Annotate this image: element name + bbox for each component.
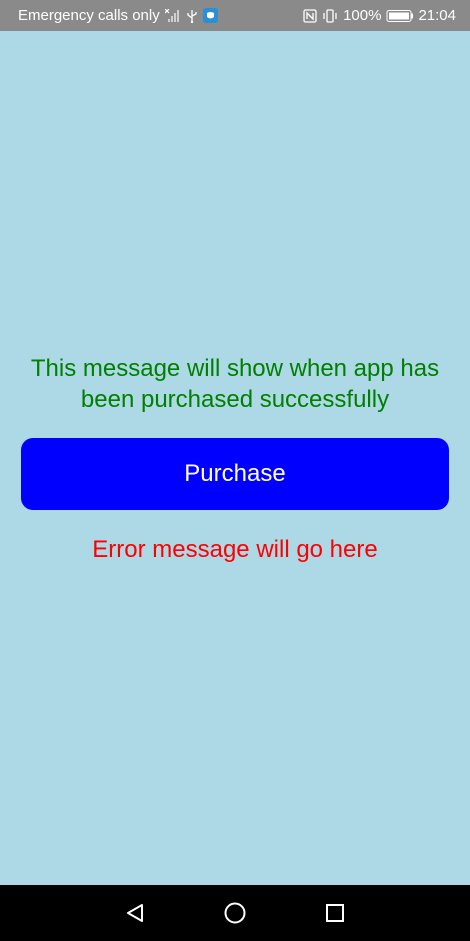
status-left: Emergency calls only (18, 7, 218, 24)
home-icon (224, 902, 246, 924)
battery-icon (386, 9, 414, 22)
back-icon (127, 904, 143, 922)
recents-icon (326, 904, 344, 922)
battery-percent: 100% (343, 7, 382, 24)
clock: 21:04 (418, 7, 456, 24)
navigation-bar (0, 885, 470, 941)
home-button[interactable] (205, 885, 265, 941)
vibrate-icon (322, 8, 338, 23)
status-right: 100% 21:04 (303, 7, 456, 24)
no-signal-icon (164, 8, 181, 23)
error-message: Error message will go here (92, 536, 378, 563)
purchase-button[interactable]: Purchase (21, 438, 449, 510)
status-bar: Emergency calls only 100% 21:04 (0, 0, 470, 31)
app-notification-icon (202, 8, 218, 23)
usb-icon (186, 9, 198, 23)
success-message: This message will show when app has been… (30, 355, 440, 413)
back-button[interactable] (105, 885, 165, 941)
app-content: This message will show when app has been… (0, 31, 470, 885)
nfc-icon (303, 8, 317, 23)
carrier-text: Emergency calls only (18, 7, 160, 24)
recents-button[interactable] (305, 885, 365, 941)
